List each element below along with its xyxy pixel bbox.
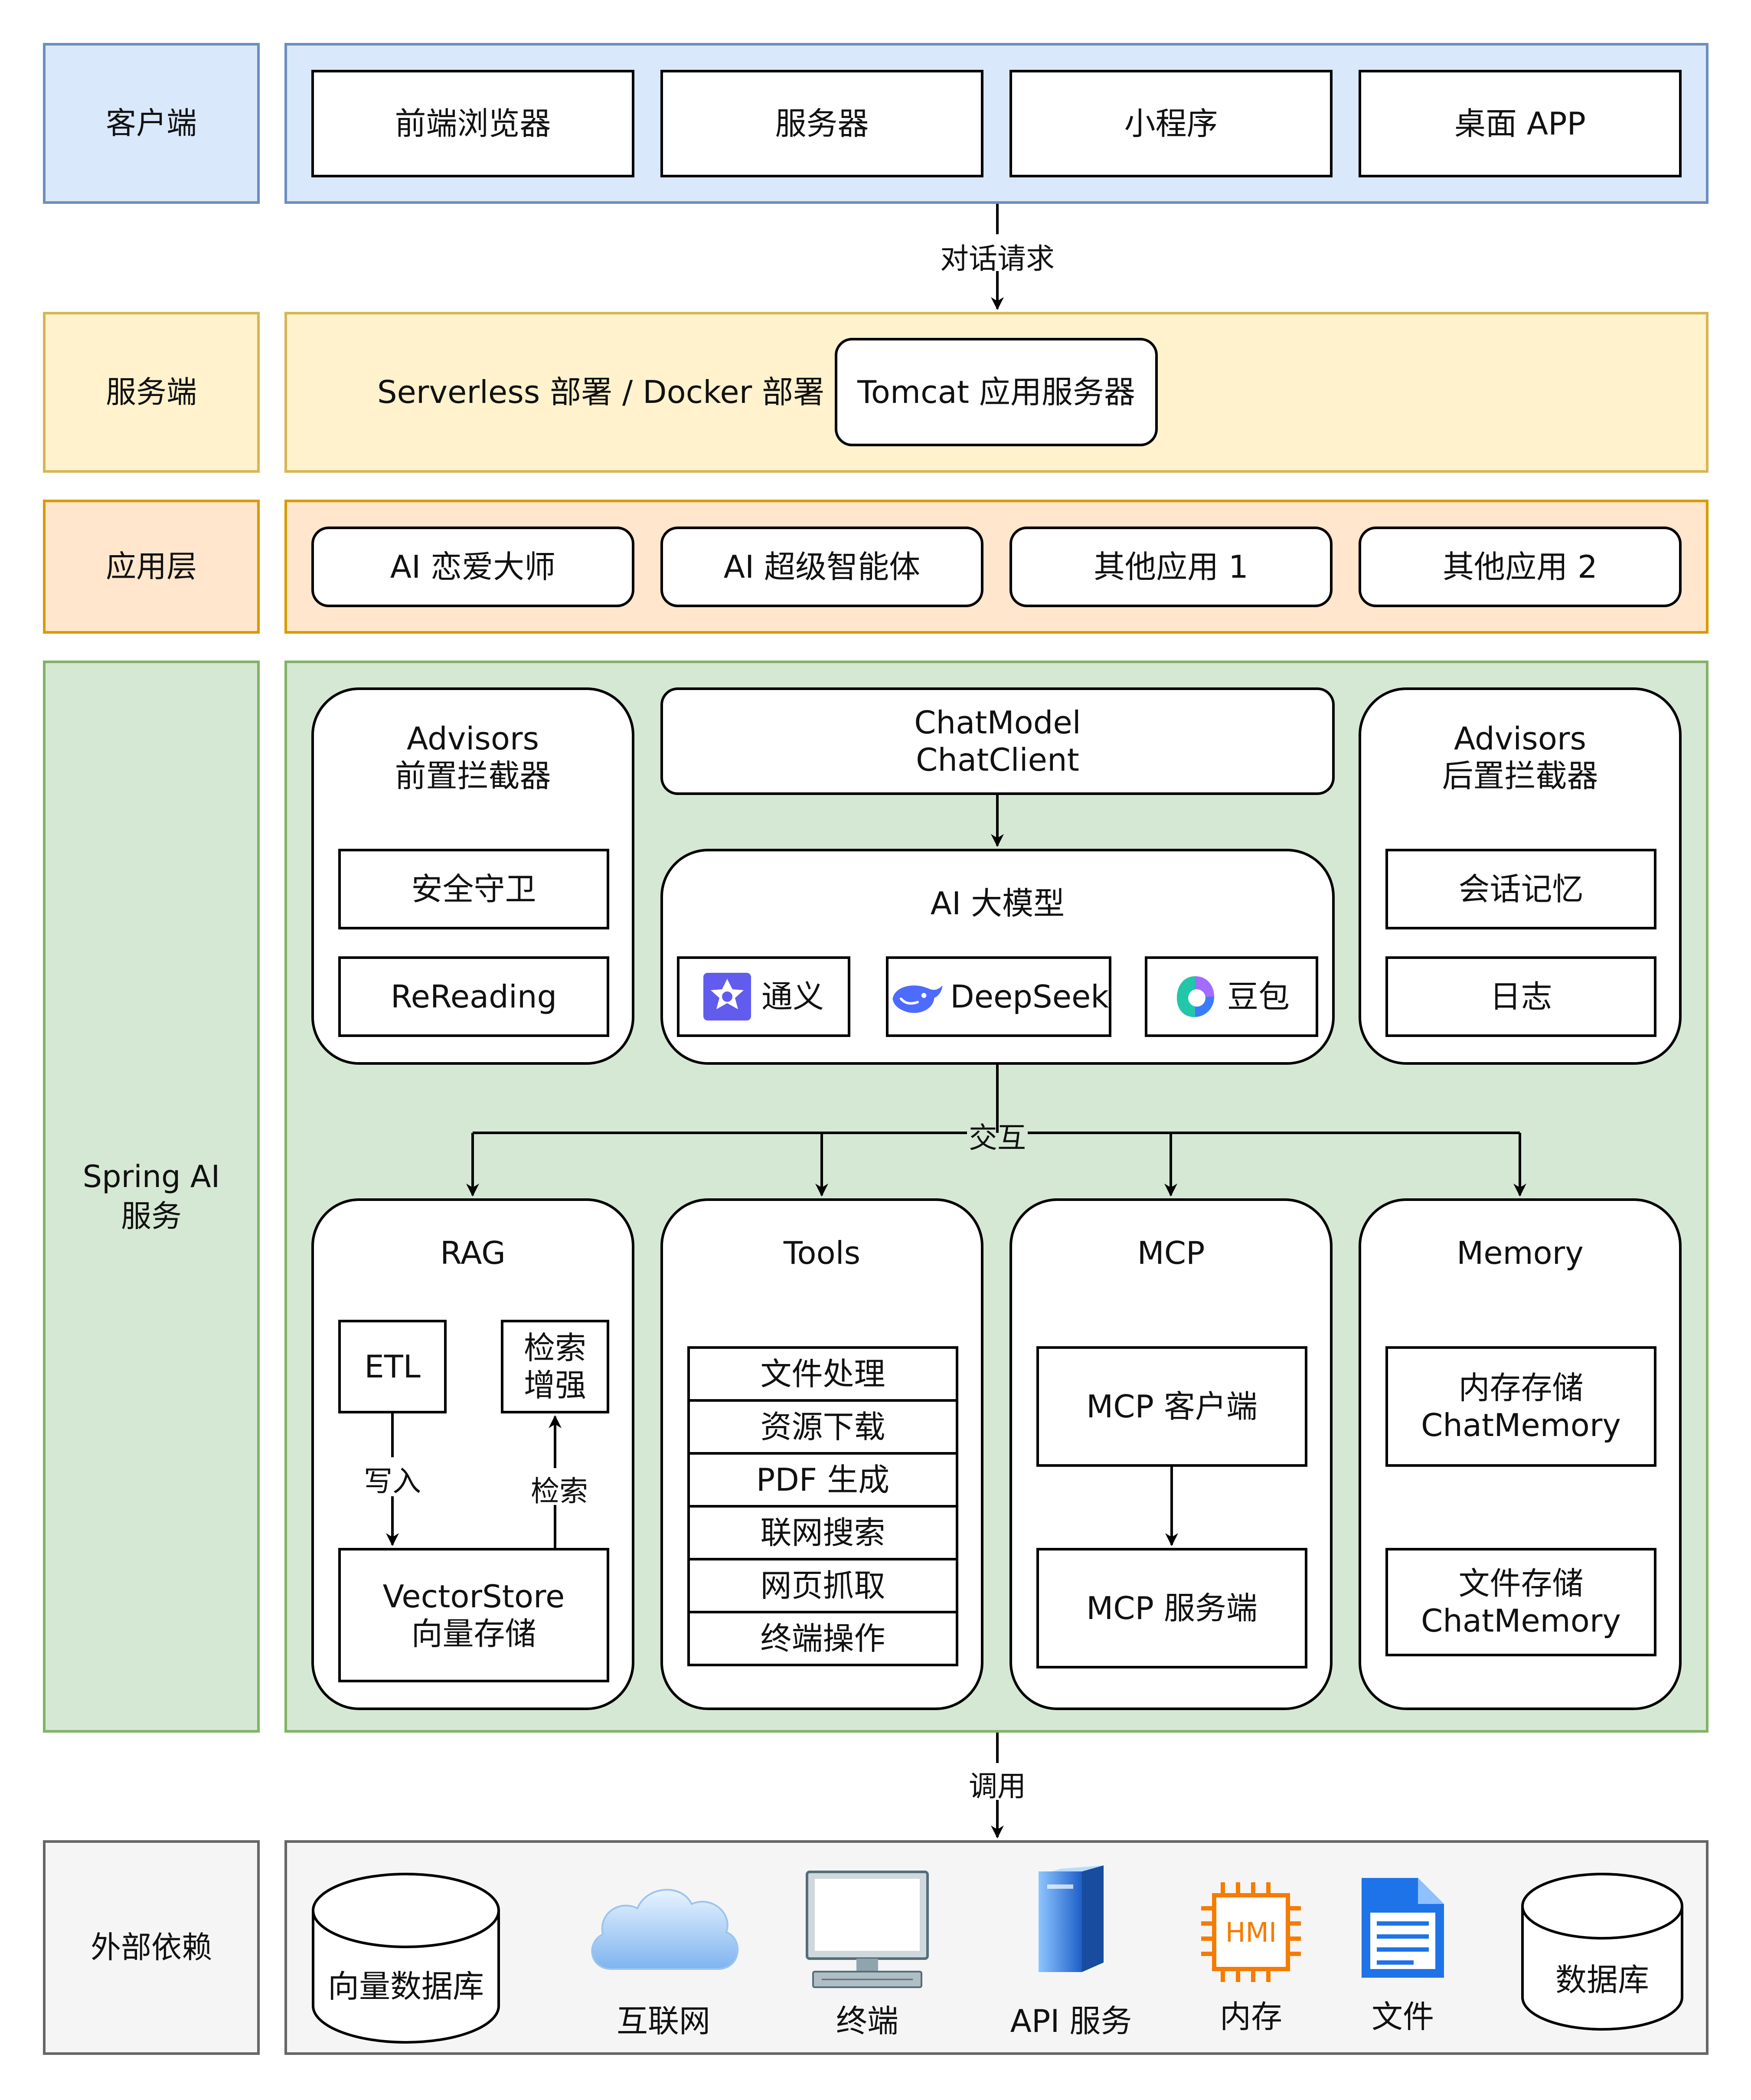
file-fold bbox=[1418, 1878, 1444, 1904]
edge-label-invoke: 调用 bbox=[969, 1770, 1026, 1803]
chip-hmi-label: HMI bbox=[1225, 1916, 1277, 1948]
ext-file: 文件 bbox=[1338, 1991, 1468, 2043]
edge-label-interact: 交互 bbox=[969, 1121, 1026, 1155]
edge-label-write: 写入 bbox=[364, 1465, 421, 1498]
ext-terminal: 终端 bbox=[781, 1995, 954, 2047]
ext-internet: 互联网 bbox=[577, 1995, 750, 2047]
ext-database: 数据库 bbox=[1520, 1947, 1685, 2012]
edge-label-request: 对话请求 bbox=[940, 242, 1055, 275]
ext-vector-db: 向量数据库 bbox=[310, 1954, 501, 2019]
ext-internet-label: 互联网 bbox=[616, 2002, 710, 2039]
ext-database-label: 数据库 bbox=[1555, 1961, 1649, 1998]
terminal-stand bbox=[856, 1959, 878, 1972]
edge-label-retrieve: 检索 bbox=[531, 1475, 588, 1508]
server-side bbox=[1082, 1865, 1104, 1972]
connectors bbox=[386, 204, 1526, 1838]
cloud-shape bbox=[591, 1889, 739, 1970]
terminal-icon bbox=[806, 1871, 929, 1988]
server-icon bbox=[1039, 1865, 1104, 1972]
db-top bbox=[1521, 1873, 1683, 1940]
file-icon bbox=[1362, 1878, 1444, 1978]
ext-vector-db-label: 向量数据库 bbox=[327, 1968, 484, 2005]
server-slot bbox=[1047, 1884, 1073, 1889]
cloud-icon bbox=[591, 1889, 739, 1970]
vector-db-top bbox=[312, 1873, 500, 1948]
ext-terminal-label: 终端 bbox=[836, 2002, 898, 2039]
ext-memory-label: 内存 bbox=[1219, 1998, 1282, 2035]
ext-file-label: 文件 bbox=[1371, 1998, 1434, 2035]
ext-api-service: API 服务 bbox=[984, 1995, 1158, 2047]
chip-hmi-text: HMI bbox=[1214, 1915, 1288, 1950]
terminal-screen bbox=[815, 1879, 920, 1951]
ext-memory: 内存 bbox=[1186, 1991, 1316, 2043]
ext-api-service-label: API 服务 bbox=[1010, 2002, 1132, 2039]
